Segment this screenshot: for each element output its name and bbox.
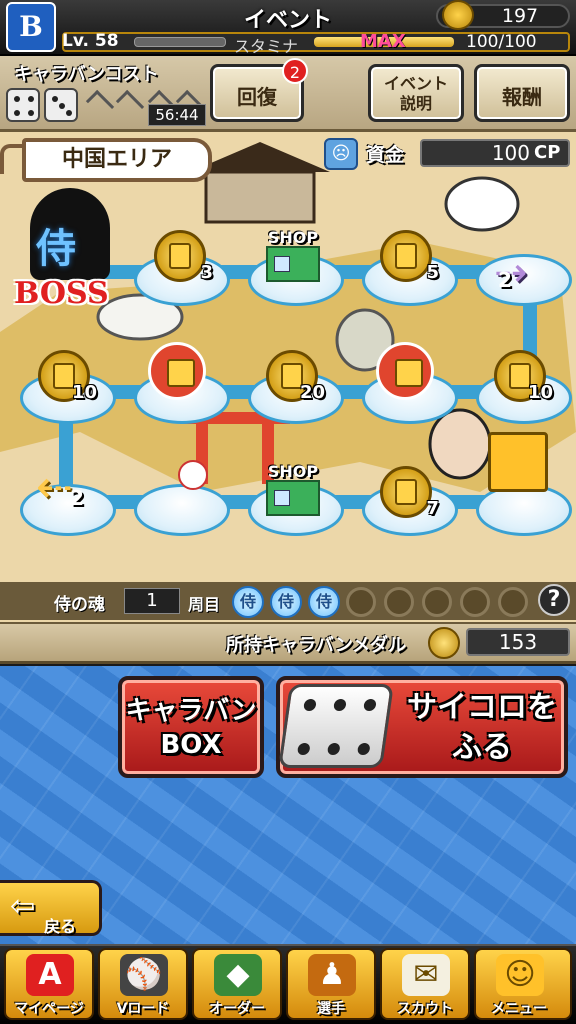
mypage-icon: A — [26, 954, 74, 996]
empty-soul-slot — [498, 587, 528, 617]
nav-label: スカウト — [397, 1001, 453, 1017]
shop-label: SHOP — [267, 228, 319, 247]
move-arrow-icon: ⇠ 2 — [36, 462, 84, 513]
medal-amount: 20 — [299, 382, 325, 403]
roll-dice-label: ふる — [452, 730, 512, 765]
dice-icon — [44, 88, 78, 122]
team-logo: B — [6, 2, 56, 52]
stamina-label: スタミナ — [234, 37, 299, 56]
nav-scout[interactable]: ✉ スカウト — [380, 948, 470, 1020]
nav-label: Vロード — [116, 1001, 170, 1017]
caravan-box-label: BOX — [160, 730, 222, 760]
shop-space: SHOP — [262, 462, 324, 518]
area-name: 中国エリア — [22, 138, 212, 182]
page-title: イベント — [243, 8, 332, 33]
soul-icon: 侍 — [270, 586, 302, 618]
medal-amount: 7 — [426, 498, 439, 519]
shop-space: SHOP — [262, 228, 324, 284]
nav-players[interactable]: ♟ 選手 — [286, 948, 376, 1020]
funds-value: 100 — [491, 141, 530, 165]
stamina-value: 100/100 — [466, 32, 537, 52]
roll-dice-label: サイコロを — [407, 690, 557, 725]
medal-icon: 3 — [154, 230, 213, 283]
mascot-icon: ☺ — [496, 954, 544, 996]
recovery-timer: 56:44 — [148, 104, 206, 126]
empty-soul-slot — [346, 587, 376, 617]
scout-letter-icon: ✉ — [402, 954, 450, 996]
nav-label: 選手 — [317, 1001, 345, 1017]
medal-icon: 20 — [266, 350, 325, 403]
caravan-cost-label: キャラバンコスト — [14, 64, 159, 85]
boss-kanji: 侍 — [36, 226, 76, 272]
caravan-box-button[interactable]: キャラバン BOX — [118, 676, 264, 778]
space-number: 2 — [70, 486, 84, 510]
reward-button[interactable]: 報酬 — [474, 64, 570, 122]
medal-icon: 7 — [380, 466, 439, 519]
medal-amount: 10 — [527, 382, 553, 403]
nav-vroad[interactable]: ⚾ Vロード — [98, 948, 188, 1020]
caravan-box-label: キャラバン — [125, 696, 257, 726]
stadium-icon: ⚾ — [120, 954, 168, 996]
experience-bar — [134, 37, 226, 47]
funds-face-icon: ☹ — [324, 138, 358, 170]
nav-menu[interactable]: ☺ メニュー — [474, 948, 572, 1020]
player-icon: ♟ — [308, 954, 356, 996]
back-button[interactable]: ⇦ 戻る — [0, 880, 102, 936]
nav-order[interactable]: ◆ オーダー — [192, 948, 282, 1020]
funds-unit: CP — [534, 142, 561, 163]
space-number: 2 — [498, 268, 512, 292]
dice-icon — [278, 684, 394, 768]
medal-amount: 3 — [200, 262, 213, 283]
recover-label: 回復 — [237, 85, 277, 109]
nav-mypage[interactable]: A マイページ — [4, 948, 94, 1020]
medal-icon: 10 — [38, 350, 97, 403]
board-space — [476, 484, 572, 546]
rabbit-figure — [444, 176, 520, 232]
round-label: 周目 — [188, 595, 221, 614]
event-bubble-icon — [148, 342, 206, 400]
event-bubble-icon — [376, 342, 434, 400]
baseball-icon — [178, 460, 208, 490]
stamina-max-tag: MAX — [360, 31, 406, 52]
coin-icon — [442, 0, 474, 30]
empty-soul-slot — [422, 587, 452, 617]
medal-icon — [428, 627, 460, 659]
funds-label: 資金 — [366, 144, 405, 166]
medal-icon: 5 — [380, 230, 439, 283]
event-info-label: 説明 — [399, 94, 432, 113]
back-arrow-icon: ⇦ — [10, 889, 36, 924]
empty-soul-slot — [460, 587, 490, 617]
mascot-character — [488, 432, 548, 492]
event-info-label: イベント — [383, 74, 448, 93]
nav-label: メニュー — [491, 1001, 547, 1017]
empty-soul-slot — [384, 587, 414, 617]
diamond-field-icon: ◆ — [214, 954, 262, 996]
back-label: 戻る — [44, 917, 77, 936]
soul-count: 1 — [124, 588, 180, 614]
reward-label: 報酬 — [502, 85, 542, 109]
nav-label: オーダー — [209, 1001, 265, 1017]
owned-medal-label: 所持キャラバンメダル — [226, 635, 407, 656]
boss-label: BOSS — [14, 276, 109, 311]
coin-value: 197 — [501, 5, 539, 27]
soul-icon: 侍 — [232, 586, 264, 618]
move-arrow-icon: ⇢ 2 — [494, 250, 528, 296]
owned-medal-value: 153 — [466, 628, 570, 656]
nav-label: マイページ — [14, 1001, 84, 1017]
shop-label: SHOP — [267, 462, 319, 481]
player-level: Lv. 58 — [62, 31, 119, 51]
board-space — [134, 484, 230, 546]
soul-icon: 侍 — [308, 586, 340, 618]
soul-label: 侍の魂 — [54, 595, 105, 615]
recover-count-badge: 2 — [282, 58, 308, 84]
help-icon[interactable]: ? — [538, 584, 570, 616]
dice-icon — [6, 88, 40, 122]
medal-amount: 10 — [71, 382, 97, 403]
event-info-button[interactable]: イベント 説明 — [368, 64, 464, 122]
medal-icon: 10 — [494, 350, 553, 403]
medal-amount: 5 — [426, 262, 439, 283]
